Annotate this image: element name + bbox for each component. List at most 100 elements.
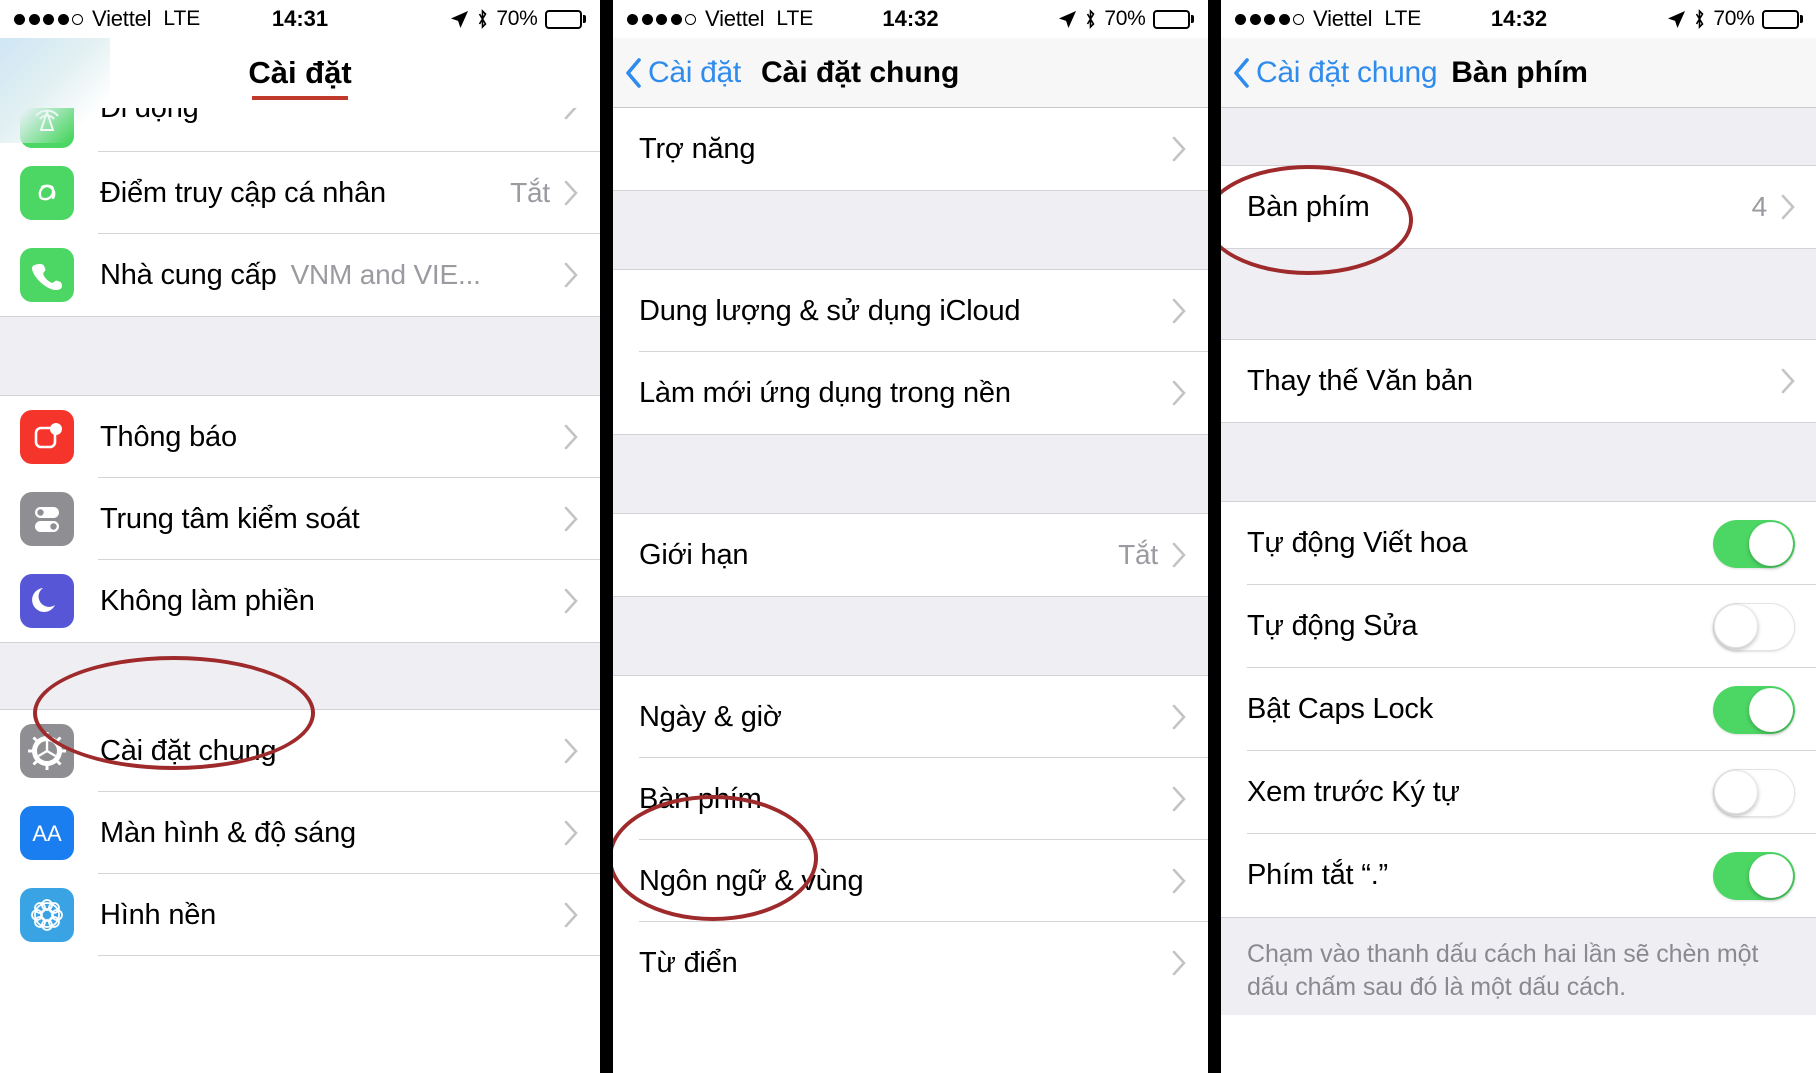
group-separator xyxy=(1221,422,1816,502)
chevron-right-icon xyxy=(564,588,578,614)
phone-screen-general: Viettel LTE 14:32 70% Cài đặt Cài đặt ch… xyxy=(613,0,1208,1073)
list-item-label: Làm mới ứng dụng trong nền xyxy=(639,376,1011,409)
list-item-label: Thay thế Văn bản xyxy=(1247,364,1473,397)
chevron-left-icon xyxy=(1234,57,1249,88)
settings-list: Bàn phím 4 Thay thế Văn bản Tự động Viết… xyxy=(1221,108,1816,1015)
panel-divider xyxy=(600,0,613,1073)
location-arrow-icon xyxy=(1668,10,1686,28)
list-item-label: Di động xyxy=(100,108,199,124)
list-item[interactable]: Dung lượng & sử dụng iCloud xyxy=(613,270,1208,352)
group-separator xyxy=(0,642,600,710)
list-item-value: VNM and VIE... xyxy=(290,259,481,290)
list-item[interactable]: Trung tâm kiểm soát xyxy=(0,478,600,560)
status-bar-left: Viettel LTE xyxy=(627,6,813,32)
footer-note: Chạm vào thanh dấu cách hai lần sẽ chèn … xyxy=(1221,917,1816,1015)
panel-divider xyxy=(1208,0,1221,1073)
cellular-icon xyxy=(20,108,74,148)
status-bar-right: 70% xyxy=(450,7,586,31)
list-item[interactable]: Thông báo xyxy=(0,396,600,478)
svg-text:AA: AA xyxy=(32,821,62,846)
list-item[interactable]: Nhà cung cấp VNM and VIE... xyxy=(0,234,600,316)
list-item-keyboards[interactable]: Bàn phím 4 xyxy=(1221,166,1816,248)
list-item[interactable]: Điểm truy cập cá nhân Tắt xyxy=(0,152,600,234)
settings-list: Di động Điểm truy cập cá nhân Tắt Nhà cu… xyxy=(0,108,600,956)
list-item-label: Phím tắt “.” xyxy=(1247,859,1389,891)
chevron-right-icon xyxy=(1172,298,1186,324)
chevron-right-icon xyxy=(1172,542,1186,568)
bluetooth-icon xyxy=(1696,9,1704,29)
chevron-right-icon xyxy=(564,506,578,532)
character-preview-toggle[interactable] xyxy=(1713,768,1795,817)
list-item[interactable]: Trợ năng xyxy=(613,108,1208,190)
sidebar-item-keyboard[interactable]: Bàn phím xyxy=(613,758,1208,840)
network-type-label: LTE xyxy=(1384,7,1422,30)
chevron-right-icon xyxy=(1172,136,1186,162)
chevron-right-icon xyxy=(1172,868,1186,894)
battery-percent-label: 70% xyxy=(1713,7,1755,30)
chevron-right-icon xyxy=(564,180,578,206)
battery-icon xyxy=(1152,9,1194,29)
bluetooth-icon xyxy=(479,9,487,29)
navigation-bar: Cài đặt chung Bàn phím xyxy=(1221,38,1816,108)
control-center-icon xyxy=(20,492,74,546)
display-brightness-icon: AA xyxy=(20,806,74,860)
settings-list: Trợ năng Dung lượng & sử dụng iCloud Làm… xyxy=(613,108,1208,1004)
list-item[interactable]: AA Màn hình & độ sáng xyxy=(0,792,600,874)
list-item[interactable]: Không làm phiền xyxy=(0,560,600,642)
period-shortcut-toggle[interactable] xyxy=(1713,851,1795,900)
status-bar-right: 70% xyxy=(1667,7,1803,31)
list-item-label: Tự động Viết hoa xyxy=(1247,527,1468,559)
list-item-label: Màn hình & độ sáng xyxy=(100,816,356,849)
battery-icon xyxy=(1761,9,1803,29)
list-item-label: Không làm phiền xyxy=(100,584,315,617)
list-item-label: Nhà cung cấp xyxy=(100,258,277,291)
do-not-disturb-icon xyxy=(20,574,74,628)
toggle-row[interactable]: Tự động Sửa xyxy=(1221,585,1816,668)
auto-capitalization-toggle[interactable] xyxy=(1713,519,1795,568)
list-item-label: Từ điển xyxy=(639,946,738,979)
auto-correction-toggle[interactable] xyxy=(1713,602,1795,651)
toggle-row[interactable]: Tự động Viết hoa xyxy=(1221,502,1816,585)
toggle-row[interactable]: Xem trước Ký tự xyxy=(1221,751,1816,834)
status-bar-left: Viettel LTE xyxy=(1235,6,1421,32)
status-bar-left: Viettel LTE xyxy=(14,6,200,32)
carrier-label: Viettel xyxy=(1313,6,1373,31)
list-item[interactable]: Làm mới ứng dụng trong nền xyxy=(613,352,1208,434)
status-bar: Viettel LTE 14:31 70% xyxy=(0,0,600,38)
list-item[interactable]: Giới hạn Tắt xyxy=(613,514,1208,596)
list-item[interactable]: Ngày & giờ xyxy=(613,676,1208,758)
group-separator xyxy=(0,316,600,396)
toggle-row[interactable]: Bật Caps Lock xyxy=(1221,668,1816,751)
chevron-right-icon xyxy=(1781,194,1795,220)
list-item-value: 4 xyxy=(1751,191,1768,222)
list-item-label: Giới hạn xyxy=(639,538,749,571)
battery-percent-label: 70% xyxy=(496,7,538,30)
status-bar: Viettel LTE 14:32 70% xyxy=(613,0,1208,38)
list-item-value: Tắt xyxy=(1118,539,1158,570)
chevron-right-icon xyxy=(1781,368,1795,394)
back-button-label: Cài đặt xyxy=(648,55,741,89)
list-item[interactable]: Từ điển xyxy=(613,922,1208,1004)
sidebar-item-general[interactable]: Cài đặt chung xyxy=(0,710,600,792)
chevron-right-icon xyxy=(564,820,578,846)
group-separator xyxy=(613,190,1208,270)
chevron-right-icon xyxy=(1172,950,1186,976)
navigation-bar: Cài đặt xyxy=(0,38,600,108)
list-item[interactable]: Hình nền xyxy=(0,874,600,956)
caps-lock-toggle[interactable] xyxy=(1713,685,1795,734)
list-item[interactable]: Di động xyxy=(0,108,600,152)
toggle-row[interactable]: Phím tắt “.” xyxy=(1221,834,1816,917)
back-button[interactable]: Cài đặt xyxy=(625,56,741,90)
back-button[interactable]: Cài đặt chung xyxy=(1233,56,1438,90)
sidebar-item-label: Bàn phím xyxy=(639,782,762,815)
navigation-bar: Cài đặt Cài đặt chung xyxy=(613,38,1208,108)
notifications-icon xyxy=(20,410,74,464)
list-item[interactable]: Thay thế Văn bản xyxy=(1221,340,1816,422)
list-item-label: Bật Caps Lock xyxy=(1247,693,1433,725)
phone-screen-keyboard: Viettel LTE 14:32 70% Cài đặt chung Bàn … xyxy=(1221,0,1816,1073)
carrier-label: Viettel xyxy=(705,6,765,31)
signal-strength-icon xyxy=(14,13,83,25)
list-item[interactable]: Ngôn ngữ & vùng xyxy=(613,840,1208,922)
list-item-label: Hình nền xyxy=(100,898,217,931)
signal-strength-icon xyxy=(627,13,696,25)
